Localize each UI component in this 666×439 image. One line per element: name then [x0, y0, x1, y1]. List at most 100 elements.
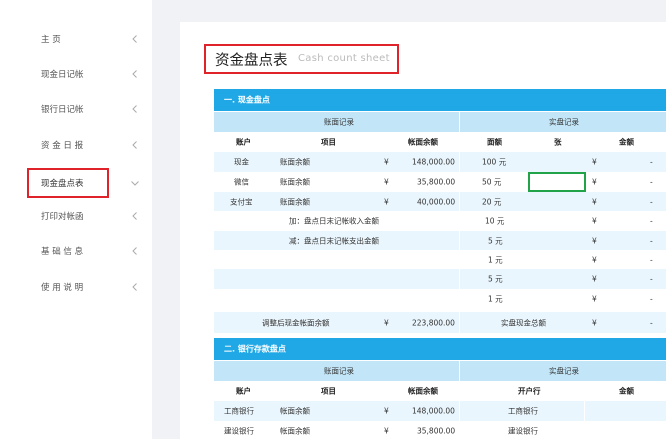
section-title: 一. 现金盘点 — [224, 95, 270, 105]
table-row: 工商银行 帐面余额 ¥ 148,000.00 工商银行 — [214, 401, 666, 421]
cell-balance: 40,000.00 — [417, 197, 456, 207]
col-count: 张 — [554, 137, 562, 147]
cell-balance: 148,000.00 — [412, 157, 455, 167]
sidebar-item-basic-info[interactable]: 基 础 信 息 — [0, 233, 152, 269]
sidebar-item-label: 打印对帐函 — [41, 212, 84, 222]
adjusted-balance-currency: ¥ — [384, 318, 389, 327]
cell-currency: ¥ — [384, 426, 389, 436]
section-cash-header: 一. 现金盘点 — [214, 89, 666, 111]
table-row: 5 元 ¥ - — [214, 269, 666, 289]
table-group-header: 账面记录 实盘记录 — [214, 361, 666, 381]
sidebar-item-label: 主 页 — [41, 35, 61, 45]
actual-total-currency: ¥ — [592, 318, 597, 327]
page-subtitle: Cash count sheet — [298, 53, 390, 64]
cell-balance: 35,800.00 — [417, 177, 456, 187]
cell-currency: ¥ — [592, 274, 597, 284]
book-records-header: 账面记录 — [324, 366, 354, 376]
table-row: 现金 账面余额 ¥ 148,000.00 100 元 ¥ - — [214, 152, 666, 172]
sidebar-item-print-confirmation[interactable]: 打印对帐函 — [0, 198, 152, 234]
actual-total-value: - — [650, 318, 653, 327]
cell-denomination: 10 元 — [485, 216, 505, 226]
chevron-left-icon — [130, 140, 140, 150]
cell-currency: ¥ — [592, 157, 597, 167]
cell-currency: ¥ — [592, 255, 597, 265]
sidebar-item-label: 现金日记帐 — [41, 70, 84, 80]
sidebar-item-cash-journal[interactable]: 现金日记帐 — [0, 56, 152, 92]
table-row: 1 元 ¥ - — [214, 289, 666, 309]
actual-records-header: 实盘记录 — [549, 117, 579, 127]
adjusted-balance-value: 223,800.00 — [412, 318, 455, 327]
cell-amount: - — [650, 294, 653, 304]
sidebar-item-label: 使 用 说 明 — [41, 283, 84, 293]
cell-amount: - — [650, 216, 653, 226]
chevron-left-icon — [130, 282, 140, 292]
sidebar-item-bank-journal[interactable]: 银行日记帐 — [0, 91, 152, 127]
table-row: 加：盘点日末记帐收入金额 10 元 ¥ - — [214, 211, 666, 231]
col-amount: 金额 — [619, 386, 634, 396]
cell-currency: ¥ — [384, 177, 389, 187]
main-content: 资金盘点表 Cash count sheet 一. 现金盘点 账面记录 实盘记录… — [152, 0, 666, 439]
cell-currency: ¥ — [384, 197, 389, 207]
table-group-header: 账面记录 实盘记录 — [214, 112, 666, 132]
col-item: 项目 — [321, 386, 336, 396]
cell-denomination: 1 元 — [488, 294, 503, 304]
cell-item: 减：盘点日末记帐支出金额 — [289, 236, 379, 246]
cell-account: 支付宝 — [230, 197, 253, 207]
cell-denomination: 100 元 — [482, 157, 507, 167]
sidebar-item-daily-report[interactable]: 资 金 日 报 — [0, 127, 152, 163]
cell-account: 建设银行 — [224, 426, 254, 436]
cell-amount: - — [650, 274, 653, 284]
book-records-header: 账面记录 — [324, 117, 354, 127]
table-total-row: 调整后现金帐面余额 ¥ 223,800.00 实盘现金总额 ¥ - — [214, 312, 666, 333]
cell-item: 账面余额 — [280, 157, 310, 167]
cell-item: 加：盘点日末记帐收入金额 — [289, 216, 379, 226]
sidebar-item-home[interactable]: 主 页 — [0, 21, 152, 57]
cell-denomination: 5 元 — [488, 274, 503, 284]
adjusted-balance-label: 调整后现金帐面余额 — [262, 318, 330, 327]
col-item: 项目 — [321, 137, 336, 147]
cell-amount: - — [650, 236, 653, 246]
sidebar-item-label: 资 金 日 报 — [41, 141, 84, 151]
col-balance: 帐面余额 — [408, 137, 438, 147]
chevron-down-icon — [130, 178, 140, 188]
cell-denomination: 20 元 — [482, 197, 502, 207]
cell-account: 工商银行 — [224, 406, 254, 416]
cell-item: 帐面余额 — [280, 406, 310, 416]
cell-currency: ¥ — [592, 197, 597, 207]
cell-currency: ¥ — [384, 406, 389, 416]
col-account: 账户 — [236, 386, 251, 396]
chevron-left-icon — [130, 246, 140, 256]
page-title: 资金盘点表 — [215, 53, 288, 69]
cell-currency: ¥ — [592, 177, 597, 187]
cell-item: 帐面余额 — [280, 426, 310, 436]
cell-bank: 建设银行 — [508, 426, 538, 436]
chevron-left-icon — [130, 69, 140, 79]
sidebar-item-instructions[interactable]: 使 用 说 明 — [0, 269, 152, 305]
cell-amount: - — [650, 157, 653, 167]
cell-denomination: 50 元 — [482, 177, 502, 187]
cell-balance: 35,800.00 — [417, 426, 456, 436]
cell-currency: ¥ — [592, 294, 597, 304]
col-bank: 开户行 — [518, 386, 541, 396]
active-item-highlight — [27, 168, 109, 198]
sheet-panel: 资金盘点表 Cash count sheet 一. 现金盘点 账面记录 实盘记录… — [180, 22, 666, 439]
cell-balance: 148,000.00 — [412, 406, 455, 416]
chevron-left-icon — [130, 211, 140, 221]
sidebar-item-label: 银行日记帐 — [41, 105, 84, 115]
chevron-left-icon — [130, 34, 140, 44]
cell-currency: ¥ — [384, 157, 389, 167]
sidebar-item-label: 基 础 信 息 — [41, 247, 84, 257]
cell-account: 微信 — [234, 177, 249, 187]
actual-total-label: 实盘现金总额 — [501, 318, 546, 327]
cell-amount: - — [650, 197, 653, 207]
table-row: 支付宝 账面余额 ¥ 40,000.00 20 元 ¥ - — [214, 192, 666, 212]
cell-currency: ¥ — [592, 236, 597, 246]
table-row: 减：盘点日末记帐支出金额 5 元 ¥ - — [214, 231, 666, 251]
col-account: 账户 — [236, 137, 251, 147]
count-input-selected[interactable] — [528, 172, 586, 192]
cell-account: 现金 — [234, 157, 249, 167]
cell-item: 账面余额 — [280, 197, 310, 207]
table-row: 1 元 ¥ - — [214, 250, 666, 270]
col-balance: 帐面余额 — [408, 386, 438, 396]
table-column-header: 账户 项目 帐面余额 面额 张 金额 — [214, 132, 666, 152]
